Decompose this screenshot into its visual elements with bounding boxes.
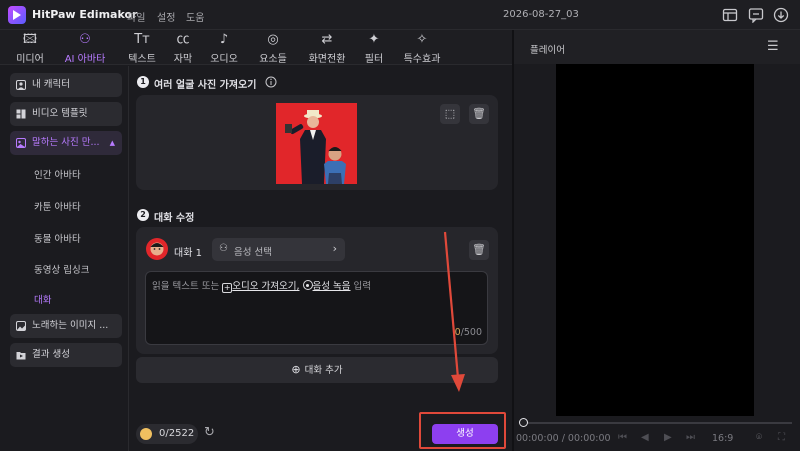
filter-icon: ✦ [368, 32, 380, 47]
media-icon: 🖾 [22, 32, 38, 47]
tab-media[interactable]: 🖾 미디어 [12, 32, 48, 65]
voice-select-dropdown[interactable]: ⚇ 음성 선택 › [212, 238, 345, 261]
tab-captions[interactable]: ㏄ 자막 [168, 32, 198, 65]
character-icon [16, 80, 26, 90]
elements-icon: ◎ [267, 32, 279, 47]
highlight-box [419, 412, 506, 449]
folder-play-icon [16, 352, 26, 360]
step-2-number: 2 [137, 209, 149, 221]
delete-conversation-icon[interactable]: 🗑 [469, 240, 489, 260]
add-audio-icon: + [222, 283, 233, 293]
sidebar-subitem-human-avatar[interactable]: 인간 아바타 [34, 167, 81, 181]
app-title: HitPaw Edimakor [32, 8, 138, 21]
transition-icon: ⇄ [321, 32, 333, 47]
audio-icon: ♪ [219, 32, 229, 47]
record-icon [302, 280, 313, 290]
effects-icon: ✧ [416, 32, 428, 47]
caption-icon: ㏄ [176, 32, 190, 47]
download-icon[interactable] [773, 7, 789, 23]
sidebar-item-video-template[interactable]: 비디오 템플릿 [10, 102, 122, 126]
info-icon[interactable] [265, 76, 277, 88]
sidebar-item-singing-image[interactable]: 노래하는 이미지 ... [10, 314, 122, 338]
step-2-title: 대화 수정 [154, 213, 195, 224]
coin-icon [140, 428, 152, 440]
app-logo-icon [8, 6, 26, 24]
sidebar-subitem-animal-avatar[interactable]: 동물 아바타 [34, 231, 81, 245]
record-voice-link[interactable]: 음성 녹음 [313, 281, 351, 292]
sidebar-item-my-character[interactable]: 내 캐릭터 [10, 73, 122, 97]
speech-text-input[interactable]: 읽을 텍스트 또는 + 오디오 가져오기, 음성 녹음 입력 0/500 [145, 271, 488, 345]
singing-image-icon [16, 321, 26, 331]
char-counter: 0/500 [454, 327, 482, 338]
layout-icon[interactable] [722, 7, 738, 23]
skip-forward-icon[interactable]: ⏭ [686, 432, 695, 443]
sidebar-item-talking-photo[interactable]: 말하는 사진 만... ▲ [10, 131, 122, 155]
tab-effects[interactable]: ✧ 특수효과 [398, 32, 446, 65]
step-1-title: 여러 얼굴 사진 가져오기 [154, 80, 257, 91]
playhead-handle[interactable] [519, 418, 528, 427]
chevron-right-icon: › [332, 242, 337, 255]
speaker-avatar[interactable] [146, 238, 168, 260]
speaker-label: 대화 1 [174, 248, 202, 259]
sidebar-divider [128, 66, 129, 451]
text-placeholder: 읽을 텍스트 또는 + 오디오 가져오기, 음성 녹음 입력 [152, 280, 372, 293]
voice-icon: ⚇ [219, 243, 228, 254]
time-display: 00:00:00 / 00:00:00 [516, 433, 611, 444]
timeline-scrubber[interactable] [524, 422, 792, 424]
player-divider [512, 30, 514, 451]
step-1-number: 1 [137, 76, 149, 88]
tab-ai-avatar[interactable]: ⚇ AI 아바타 [58, 32, 112, 65]
aspect-ratio[interactable]: 16:9 [712, 433, 733, 444]
video-preview [556, 64, 754, 416]
play-icon[interactable]: ▶ [664, 432, 672, 443]
prev-frame-icon[interactable]: ◀ [641, 432, 649, 443]
skip-back-icon[interactable]: ⏮ [618, 432, 627, 443]
menu-file[interactable]: 파일 [127, 9, 145, 24]
sidebar-subitem-cartoon-avatar[interactable]: 카툰 아바타 [34, 199, 81, 213]
menu-help[interactable]: 도움 [186, 9, 204, 24]
sidebar-item-results[interactable]: 결과 생성 [10, 343, 122, 367]
player-title: 플레이어 [530, 45, 565, 56]
fullscreen-icon[interactable]: ⛶ [778, 432, 785, 443]
menu-settings[interactable]: 설정 [157, 9, 175, 24]
tab-audio[interactable]: ♪ 오디오 [206, 32, 242, 65]
sidebar-subitem-video-lipsync[interactable]: 동영상 립싱크 [34, 262, 89, 276]
tab-filters[interactable]: ✦ 필터 [360, 32, 388, 65]
hamburger-menu-icon[interactable]: ☰ [767, 39, 779, 54]
credits-count: 0/2522 [159, 428, 195, 439]
tab-text[interactable]: Tт 텍스트 [124, 32, 160, 65]
import-audio-link[interactable]: 오디오 가져오기, [232, 281, 299, 292]
uploaded-photo [276, 103, 357, 184]
template-icon [16, 109, 26, 119]
refresh-icon[interactable]: ↻ [204, 425, 215, 440]
add-conversation-button[interactable]: ⊕ 대화 추가 [136, 357, 498, 383]
snapshot-icon[interactable]: ⌾ [756, 432, 762, 443]
sidebar-subitem-conversation[interactable]: 대화 [34, 292, 51, 306]
tab-elements[interactable]: ◎ 요소들 [254, 32, 292, 65]
add-conversation-icon: ⊕ [291, 363, 301, 376]
text-icon: Tт [134, 32, 150, 47]
talking-photo-icon [16, 138, 26, 148]
feedback-icon[interactable] [748, 7, 764, 23]
delete-photo-icon[interactable]: 🗑 [469, 104, 489, 124]
collapse-arrow-icon: ▲ [109, 139, 115, 147]
ai-avatar-icon: ⚇ [79, 32, 91, 47]
project-title: 2026-08-27_03 [503, 9, 579, 20]
tab-transitions[interactable]: ⇄ 화면전환 [304, 32, 350, 65]
crop-icon[interactable]: ⬚ [440, 104, 460, 124]
